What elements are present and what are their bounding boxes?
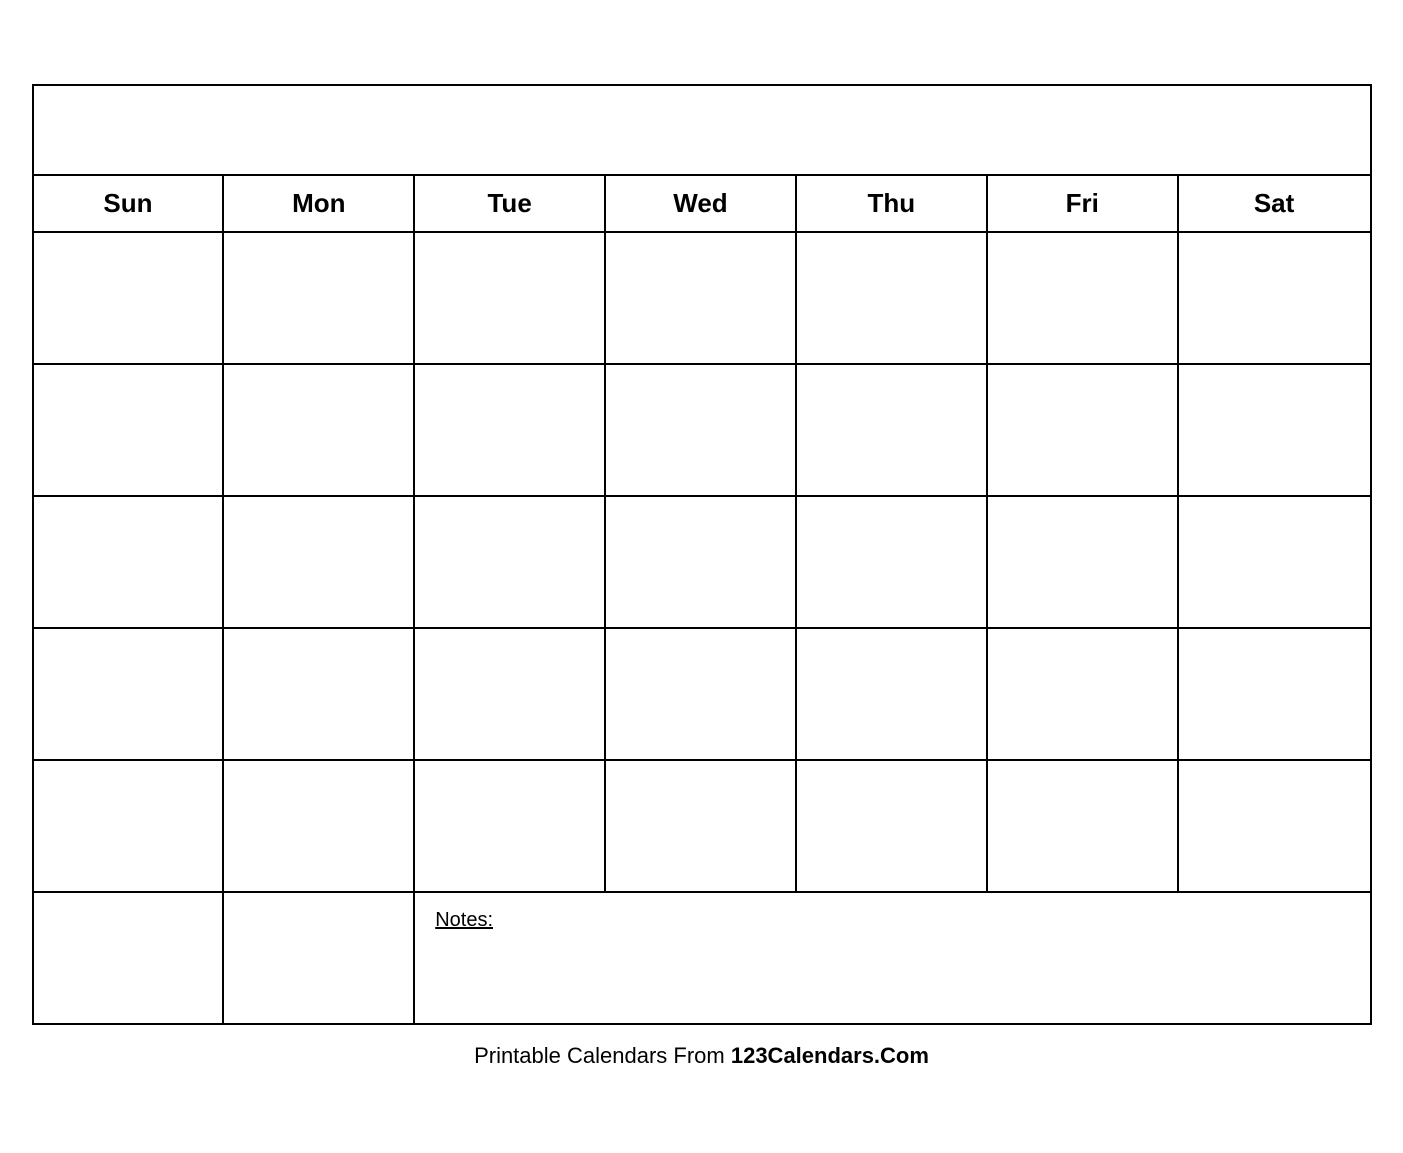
cell-r2-mon[interactable] <box>224 365 415 495</box>
cell-r4-tue[interactable] <box>415 629 606 759</box>
cell-r1-mon[interactable] <box>224 233 415 363</box>
cell-r1-sun[interactable] <box>34 233 225 363</box>
day-header-sun: Sun <box>34 176 225 231</box>
calendar-row-3 <box>34 497 1370 629</box>
cell-r5-sun[interactable] <box>34 761 225 891</box>
cell-r3-tue[interactable] <box>415 497 606 627</box>
footer-prefix: Printable Calendars From <box>474 1043 731 1068</box>
cell-r2-wed[interactable] <box>606 365 797 495</box>
cell-r3-sat[interactable] <box>1179 497 1370 627</box>
cell-r5-wed[interactable] <box>606 761 797 891</box>
cell-r1-wed[interactable] <box>606 233 797 363</box>
cell-r3-sun[interactable] <box>34 497 225 627</box>
cell-r5-mon[interactable] <box>224 761 415 891</box>
day-header-fri: Fri <box>988 176 1179 231</box>
notes-content-area[interactable]: Notes: <box>415 893 1369 1023</box>
notes-cell-mon[interactable] <box>224 893 415 1023</box>
cell-r5-fri[interactable] <box>988 761 1179 891</box>
calendar-row-1 <box>34 233 1370 365</box>
notes-row: Notes: <box>34 893 1370 1023</box>
cell-r2-tue[interactable] <box>415 365 606 495</box>
cell-r4-sun[interactable] <box>34 629 225 759</box>
calendar-body: Notes: <box>34 233 1370 1023</box>
day-header-mon: Mon <box>224 176 415 231</box>
cell-r2-sun[interactable] <box>34 365 225 495</box>
cell-r2-sat[interactable] <box>1179 365 1370 495</box>
day-header-sat: Sat <box>1179 176 1370 231</box>
cell-r1-sat[interactable] <box>1179 233 1370 363</box>
cell-r1-thu[interactable] <box>797 233 988 363</box>
cell-r2-thu[interactable] <box>797 365 988 495</box>
cell-r4-thu[interactable] <box>797 629 988 759</box>
cell-r4-sat[interactable] <box>1179 629 1370 759</box>
day-header-wed: Wed <box>606 176 797 231</box>
cell-r2-fri[interactable] <box>988 365 1179 495</box>
cell-r3-mon[interactable] <box>224 497 415 627</box>
day-header-thu: Thu <box>797 176 988 231</box>
calendar-header: Sun Mon Tue Wed Thu Fri Sat <box>34 176 1370 233</box>
notes-label: Notes: <box>435 909 493 931</box>
calendar-row-2 <box>34 365 1370 497</box>
calendar: Sun Mon Tue Wed Thu Fri Sat <box>32 84 1372 1025</box>
notes-cell-sun[interactable] <box>34 893 225 1023</box>
cell-r1-fri[interactable] <box>988 233 1179 363</box>
cell-r4-wed[interactable] <box>606 629 797 759</box>
cell-r4-mon[interactable] <box>224 629 415 759</box>
cell-r5-sat[interactable] <box>1179 761 1370 891</box>
cell-r5-tue[interactable] <box>415 761 606 891</box>
footer: Printable Calendars From 123Calendars.Co… <box>474 1043 929 1069</box>
cell-r5-thu[interactable] <box>797 761 988 891</box>
cell-r3-fri[interactable] <box>988 497 1179 627</box>
cell-r4-fri[interactable] <box>988 629 1179 759</box>
footer-brand: 123Calendars.Com <box>731 1043 929 1068</box>
day-header-tue: Tue <box>415 176 606 231</box>
calendar-row-4 <box>34 629 1370 761</box>
cell-r1-tue[interactable] <box>415 233 606 363</box>
calendar-row-5 <box>34 761 1370 893</box>
cell-r3-wed[interactable] <box>606 497 797 627</box>
calendar-title <box>34 86 1370 176</box>
cell-r3-thu[interactable] <box>797 497 988 627</box>
